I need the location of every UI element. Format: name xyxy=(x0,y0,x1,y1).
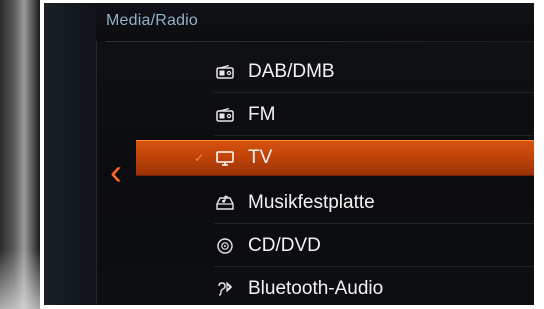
music-hdd-icon xyxy=(210,194,240,211)
menu-item-label: TV xyxy=(248,147,273,168)
menu-item-label: FM xyxy=(248,103,276,125)
disc-icon xyxy=(210,237,240,254)
menu-item-tv[interactable]: ✓ TV xyxy=(136,140,534,176)
menu-item-label: CD/DVD xyxy=(248,234,321,256)
radio-icon xyxy=(210,64,240,79)
menu-item-bluetooth-audio[interactable]: Bluetooth-Audio xyxy=(136,267,534,305)
background-photo xyxy=(0,0,40,309)
menu-item-dab-dmb[interactable]: DAB/DMB xyxy=(136,50,534,93)
divider xyxy=(214,135,534,136)
side-panel xyxy=(44,3,97,305)
menu-item-label: Bluetooth-Audio xyxy=(248,277,384,299)
check-icon: ✓ xyxy=(193,151,205,165)
idrive-screen: Media/Radio ‹ DAB/DMB FM ✓ TV Musikfestp… xyxy=(44,3,534,305)
header-divider xyxy=(106,41,534,42)
tv-icon xyxy=(210,150,240,166)
menu-item-label: Musikfestplatte xyxy=(248,191,375,213)
bluetooth-audio-icon xyxy=(210,281,240,297)
menu-item-cd-dvd[interactable]: CD/DVD xyxy=(136,224,534,267)
menu-item-musikfestplatte[interactable]: Musikfestplatte xyxy=(136,181,534,224)
radio-icon xyxy=(210,107,240,122)
chevron-left-icon[interactable]: ‹ xyxy=(110,153,130,191)
page-title: Media/Radio xyxy=(106,12,199,29)
media-source-menu: DAB/DMB FM ✓ TV Musikfestplatte CD/DVD B… xyxy=(136,50,534,305)
menu-item-fm[interactable]: FM xyxy=(136,93,534,136)
menu-item-label: DAB/DMB xyxy=(248,60,335,82)
